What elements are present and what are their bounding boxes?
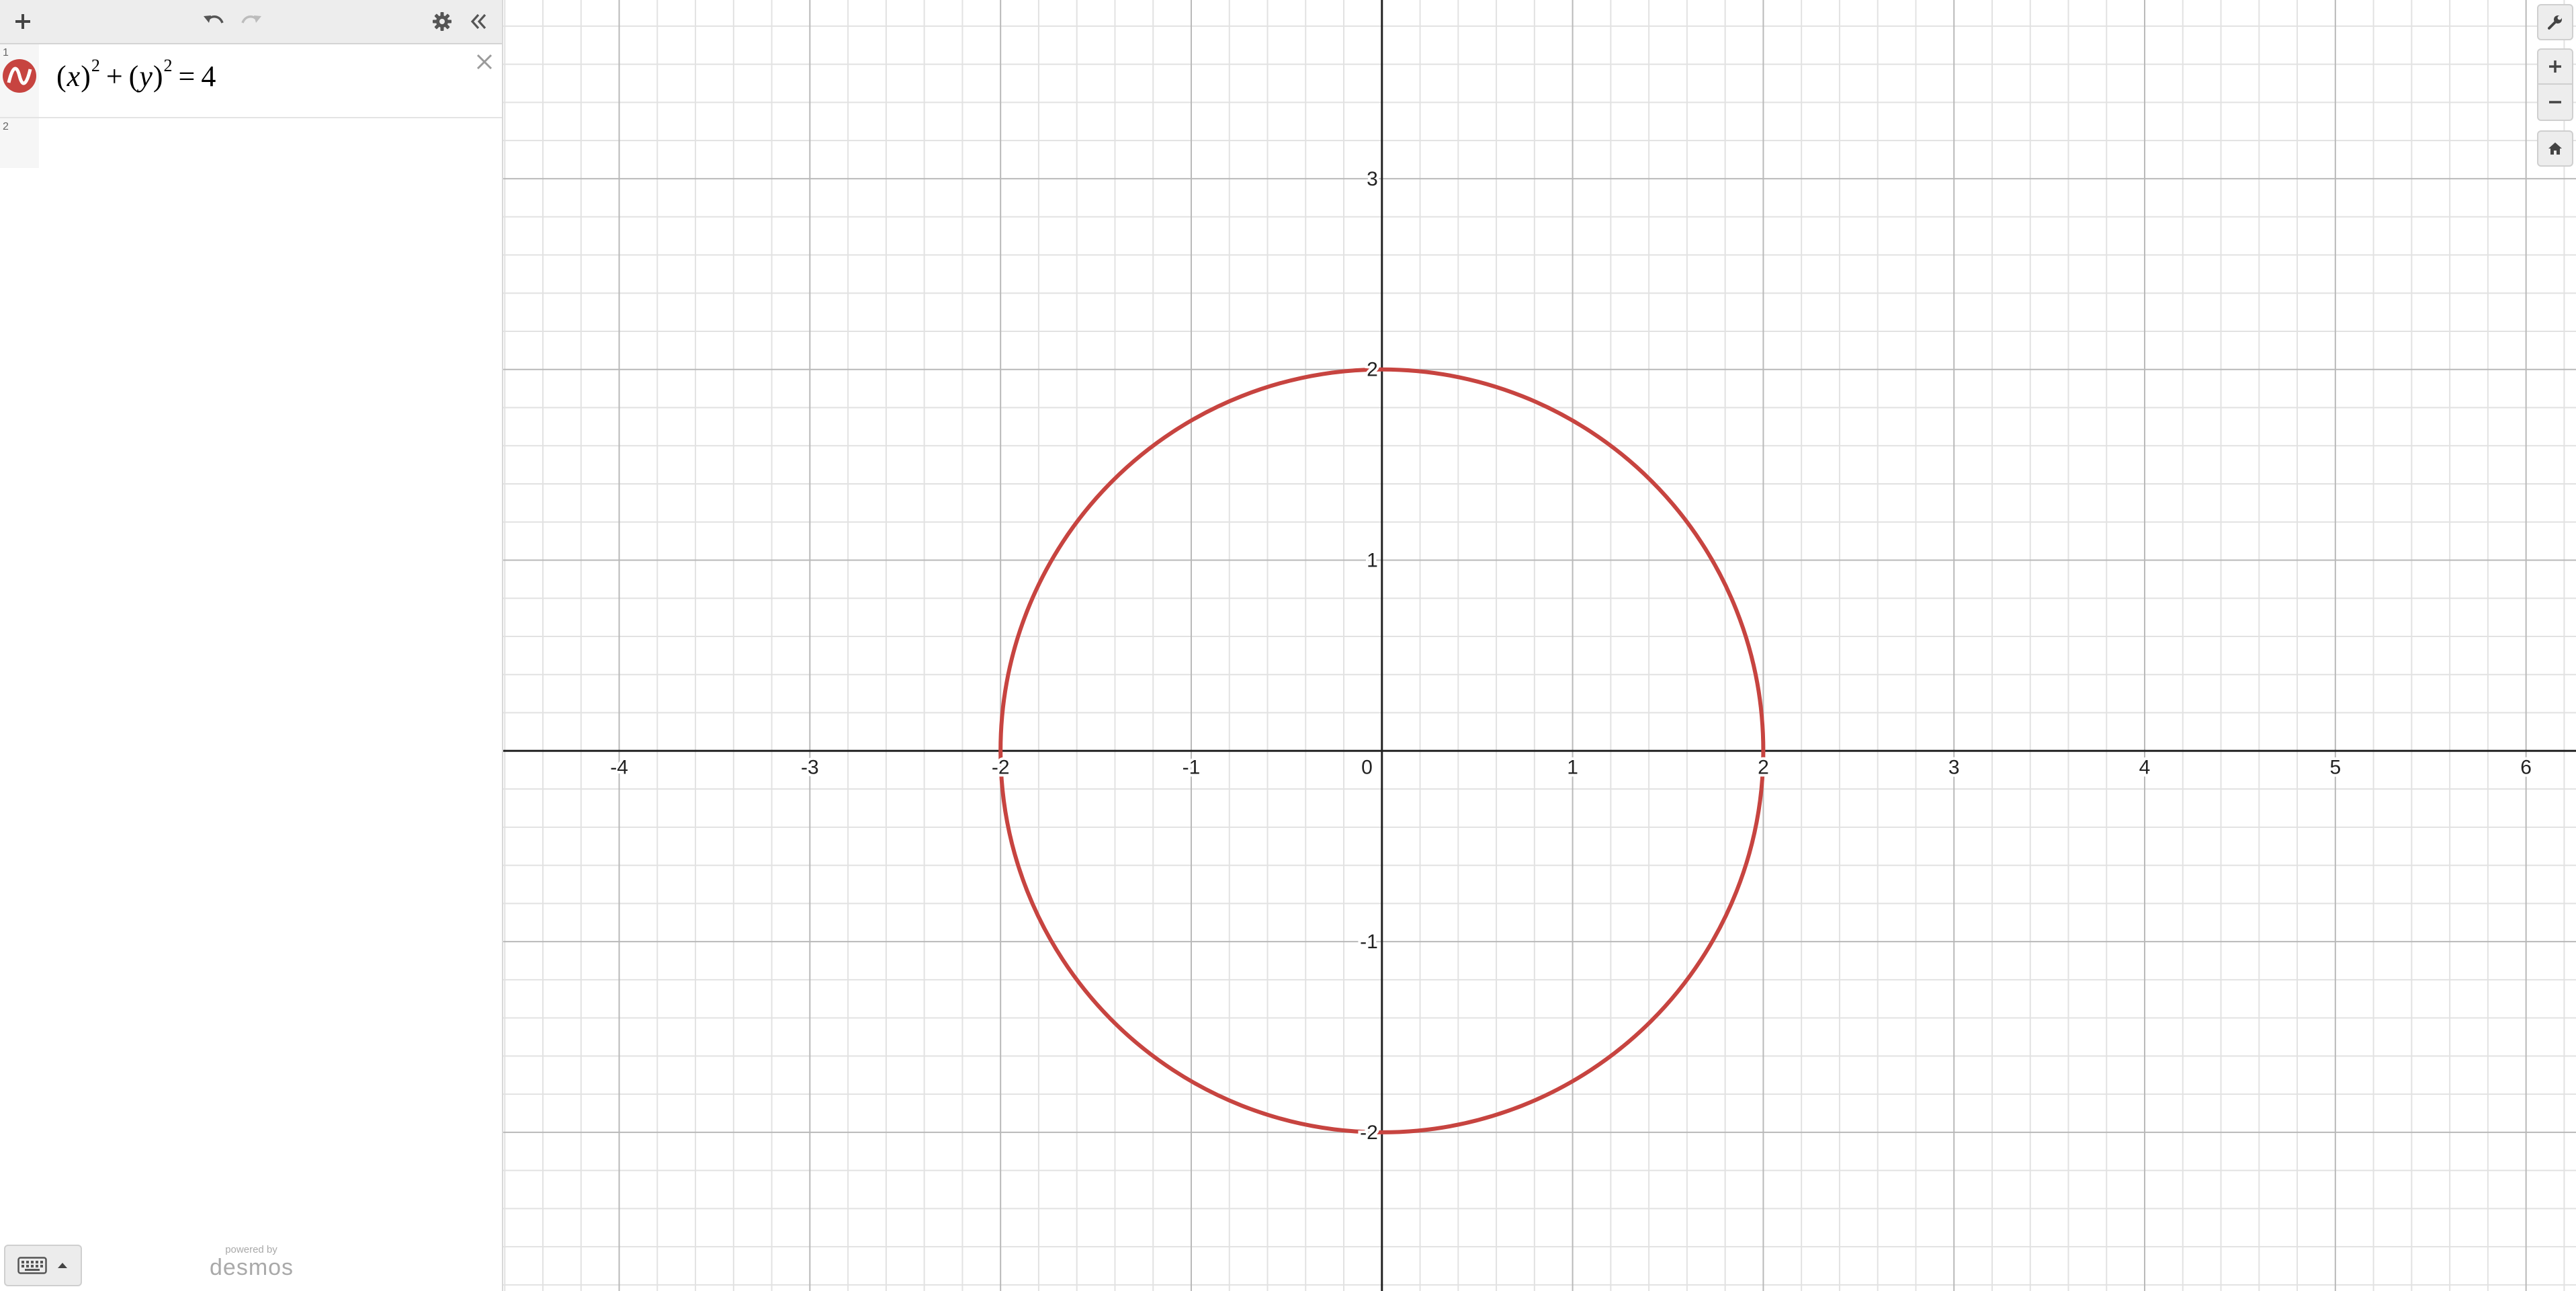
- y-tick-label: 3: [1367, 168, 1378, 190]
- expression-gutter: 1: [0, 44, 39, 117]
- x-tick-label: 1: [1567, 756, 1578, 778]
- math-variable: y: [139, 60, 153, 93]
- powered-by-text: powered by: [225, 1244, 277, 1255]
- settings-button[interactable]: [426, 5, 458, 38]
- zoom-out-icon: [2549, 101, 2561, 103]
- x-tick-label: -3: [801, 756, 819, 778]
- expression-item-empty[interactable]: 2: [0, 118, 502, 168]
- x-tick-label: -4: [610, 756, 628, 778]
- math-paren: ): [153, 60, 164, 93]
- add-item-button[interactable]: [7, 5, 39, 38]
- x-tick-label: -2: [992, 756, 1010, 778]
- graph-settings-button[interactable]: [2537, 4, 2573, 40]
- expression-index: 2: [3, 121, 9, 132]
- zoom-in-button[interactable]: [2537, 48, 2573, 85]
- expression-panel: 1 (x)2 + (y)2 = 4 2 powered by desmos: [0, 0, 503, 1291]
- home-icon: [2548, 142, 2562, 155]
- curve-icon: [7, 67, 32, 85]
- expression-toolbar: [0, 0, 502, 44]
- math-paren: ): [81, 60, 91, 93]
- expression-list: 1 (x)2 + (y)2 = 4 2: [0, 44, 502, 168]
- x-tick-label: 2: [1758, 756, 1769, 778]
- undo-button[interactable]: [198, 5, 230, 38]
- graph-canvas[interactable]: -4 -3 -2 -1 0 1 2 3 4 5 6 3 2 1 -1 -2: [503, 0, 2576, 1291]
- desmos-logo-text: desmos: [210, 1255, 294, 1280]
- math-paren: (: [56, 60, 67, 93]
- powered-by-desmos[interactable]: powered by desmos: [210, 1245, 293, 1280]
- collapse-panel-button[interactable]: [462, 5, 495, 38]
- wrench-icon: [2548, 15, 2562, 30]
- keyboard-icon: [17, 1257, 47, 1274]
- x-tick-label: 3: [1948, 756, 1960, 778]
- zoom-in-icon: [2549, 60, 2561, 73]
- double-chevron-left-icon: [470, 13, 486, 30]
- math-operator: =: [178, 60, 196, 93]
- redo-button[interactable]: [235, 5, 267, 38]
- graph-paper[interactable]: -4 -3 -2 -1 0 1 2 3 4 5 6 3 2 1 -1 -2: [503, 0, 2576, 1291]
- caret-up-icon: [58, 1263, 67, 1268]
- x-axis-labels: -4 -3 -2 -1 0 1 2 3 4 5 6: [607, 753, 2534, 781]
- x-tick-label: 0: [1361, 756, 1373, 778]
- expression-item[interactable]: 1 (x)2 + (y)2 = 4: [0, 44, 502, 118]
- math-paren: (: [128, 60, 140, 93]
- expression-gutter: 2: [0, 118, 39, 168]
- expression-index: 1: [3, 47, 9, 58]
- desmos-app: 1 (x)2 + (y)2 = 4 2 powered by desmos -4…: [0, 0, 2576, 1291]
- math-variable: x: [67, 60, 81, 93]
- redo-icon: [241, 15, 261, 24]
- y-axis-labels: 3 2 1 -1 -2: [1357, 165, 1381, 1147]
- zoom-out-button[interactable]: [2537, 85, 2573, 121]
- default-viewport-button[interactable]: [2537, 130, 2573, 167]
- math-number: 4: [201, 60, 217, 93]
- y-tick-label: 1: [1367, 550, 1378, 572]
- y-tick-label: 2: [1367, 359, 1378, 381]
- x-tick-label: 5: [2329, 756, 2341, 778]
- undo-icon: [204, 15, 224, 24]
- graph-color-toggle[interactable]: [3, 59, 36, 93]
- expression-input[interactable]: (x)2 + (y)2 = 4: [56, 56, 217, 93]
- x-tick-label: 6: [2520, 756, 2532, 778]
- plus-icon: [15, 14, 30, 29]
- x-tick-label: -1: [1183, 756, 1201, 778]
- math-operator: +: [105, 60, 124, 93]
- close-icon: [476, 54, 492, 70]
- y-tick-label: -1: [1360, 931, 1378, 953]
- math-exponent: 2: [91, 56, 101, 76]
- math-exponent: 2: [163, 56, 173, 76]
- gear-icon: [433, 12, 452, 31]
- delete-expression-button[interactable]: [471, 48, 498, 75]
- keypad-toggle-button[interactable]: [4, 1245, 82, 1286]
- x-tick-label: 4: [2139, 756, 2151, 778]
- y-tick-label: -2: [1360, 1122, 1378, 1144]
